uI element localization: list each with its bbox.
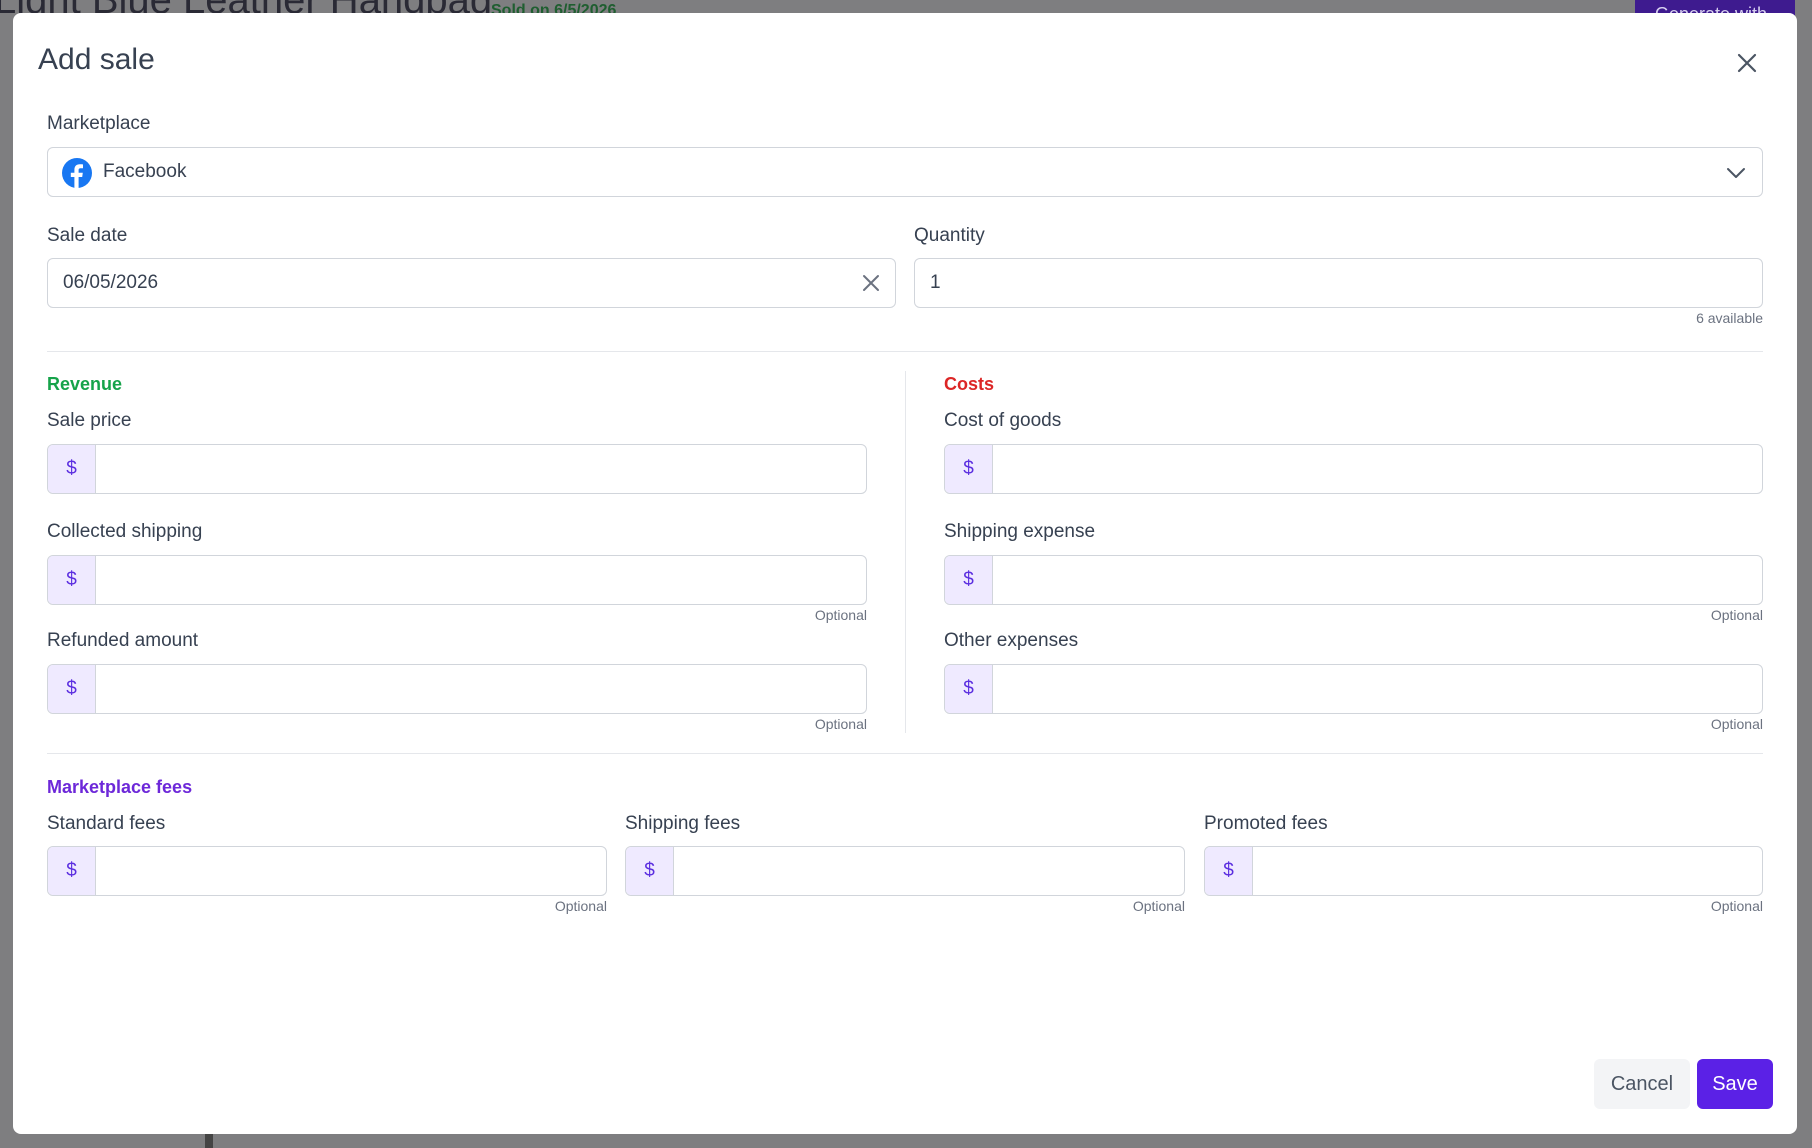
- cost-of-goods-label: Cost of goods: [944, 410, 1062, 431]
- shipping-expense-field[interactable]: $: [944, 555, 1763, 605]
- shipping-fees-hint: Optional: [1132, 898, 1185, 914]
- other-expenses-label: Other expenses: [944, 630, 1079, 651]
- sale-date-field[interactable]: 06/05/2026: [47, 258, 896, 308]
- sale-date-value: 06/05/2026: [63, 272, 159, 293]
- dollar-prefix: $: [48, 445, 96, 493]
- quantity-field[interactable]: 1: [914, 258, 1763, 308]
- collected-shipping-input[interactable]: [96, 556, 866, 604]
- modal-title: Add sale: [38, 43, 155, 76]
- standard-fees-hint: Optional: [554, 898, 607, 914]
- promoted-fees-input[interactable]: [1253, 847, 1762, 895]
- shipping-fees-field[interactable]: $: [625, 846, 1185, 896]
- cost-of-goods-field[interactable]: $: [944, 444, 1763, 494]
- save-button[interactable]: Save: [1697, 1059, 1773, 1109]
- quantity-value: 1: [930, 272, 941, 293]
- marketplace-fees-heading: Marketplace fees: [47, 777, 193, 797]
- shipping-expense-input[interactable]: [993, 556, 1762, 604]
- sale-price-input[interactable]: [96, 445, 866, 493]
- promoted-fees-label: Promoted fees: [1204, 813, 1328, 834]
- standard-fees-field[interactable]: $: [47, 846, 607, 896]
- promoted-fees-hint: Optional: [1710, 898, 1763, 914]
- shipping-fees-label: Shipping fees: [625, 813, 741, 834]
- marketplace-select[interactable]: Facebook: [47, 147, 1763, 197]
- dollar-prefix: $: [945, 445, 993, 493]
- standard-fees-label: Standard fees: [47, 813, 166, 834]
- clear-icon[interactable]: [861, 273, 881, 293]
- other-expenses-field[interactable]: $: [944, 664, 1763, 714]
- quantity-available-hint: 6 available: [1696, 310, 1763, 326]
- collected-shipping-field[interactable]: $: [47, 555, 867, 605]
- quantity-label: Quantity: [914, 225, 985, 246]
- collected-shipping-label: Collected shipping: [47, 521, 203, 542]
- refunded-amount-input[interactable]: [96, 665, 866, 713]
- column-divider: [905, 371, 906, 733]
- shipping-expense-hint: Optional: [1710, 607, 1763, 623]
- dollar-prefix: $: [626, 847, 674, 895]
- revenue-heading: Revenue: [47, 374, 123, 394]
- dollar-prefix: $: [945, 665, 993, 713]
- cancel-button[interactable]: Cancel: [1594, 1059, 1690, 1109]
- promoted-fees-field[interactable]: $: [1204, 846, 1763, 896]
- add-sale-modal: Add sale Marketplace Facebook Sale date …: [13, 13, 1797, 1134]
- refunded-amount-field[interactable]: $: [47, 664, 867, 714]
- collected-shipping-hint: Optional: [814, 607, 867, 623]
- shipping-fees-input[interactable]: [674, 847, 1184, 895]
- chevron-down-icon: [1726, 164, 1746, 182]
- facebook-icon: [62, 158, 92, 188]
- divider: [47, 753, 1763, 754]
- marketplace-value: Facebook: [103, 161, 187, 182]
- cost-of-goods-input[interactable]: [993, 445, 1762, 493]
- dollar-prefix: $: [1205, 847, 1253, 895]
- marketplace-label: Marketplace: [47, 113, 151, 134]
- refunded-amount-label: Refunded amount: [47, 630, 199, 651]
- other-expenses-hint: Optional: [1710, 716, 1763, 732]
- shipping-expense-label: Shipping expense: [944, 521, 1096, 542]
- dollar-prefix: $: [48, 665, 96, 713]
- dollar-prefix: $: [48, 847, 96, 895]
- dollar-prefix: $: [48, 556, 96, 604]
- refunded-amount-hint: Optional: [814, 716, 867, 732]
- other-expenses-input[interactable]: [993, 665, 1762, 713]
- sale-price-label: Sale price: [47, 410, 132, 431]
- sale-date-label: Sale date: [47, 225, 128, 246]
- close-icon[interactable]: [1733, 49, 1761, 77]
- costs-heading: Costs: [944, 374, 995, 394]
- divider: [47, 351, 1763, 352]
- dollar-prefix: $: [945, 556, 993, 604]
- sale-price-field[interactable]: $: [47, 444, 867, 494]
- standard-fees-input[interactable]: [96, 847, 606, 895]
